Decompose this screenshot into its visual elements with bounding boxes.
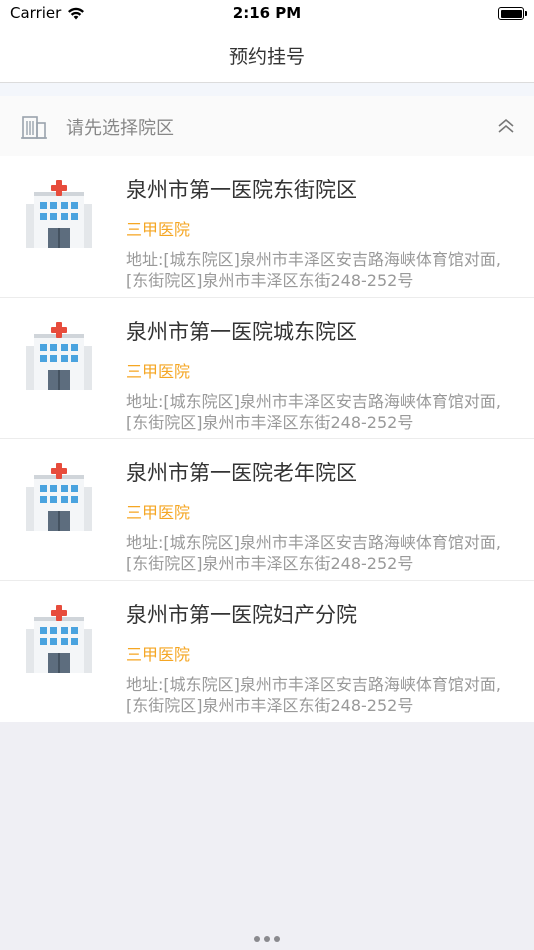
hospital-name: 泉州市第一医院老年院区 [126, 461, 357, 485]
campus-selector-label: 请先选择院区 [66, 118, 174, 139]
status-bar: Carrier 2:16 PM [0, 0, 534, 28]
hospital-address: 地址:[城东院区]泉州市丰泽区安吉路海峡体育馆对面,[东街院区]泉州市丰泽区东街… [126, 391, 501, 432]
hospital-level: 三甲医院 [126, 220, 191, 239]
hospital-level: 三甲医院 [126, 644, 191, 664]
hospital-row[interactable]: 泉州市第一医院东街院区 三甲医院 地址:[城东院区]泉州市丰泽区安吉路海峡体育馆… [0, 156, 534, 298]
building-icon [21, 116, 47, 139]
divider-strip [0, 83, 534, 96]
chevron-up-double-icon[interactable] [496, 116, 516, 136]
hospital-level: 三甲医院 [126, 361, 191, 381]
hospital-name: 泉州市第一医院东街院区 [126, 178, 357, 202]
hospital-list: 泉州市第一医院东街院区 三甲医院 地址:[城东院区]泉州市丰泽区安吉路海峡体育馆… [0, 156, 534, 722]
hospital-row[interactable]: 泉州市第一医院妇产分院 三甲医院 地址:[城东院区]泉州市丰泽区安吉路海峡体育馆… [0, 581, 534, 723]
more-dots-icon[interactable] [0, 927, 534, 946]
hospital-level: 三甲医院 [126, 503, 191, 522]
hospital-row[interactable]: 泉州市第一医院老年院区 三甲医院 地址:[城东院区]泉州市丰泽区安吉路海峡体育馆… [0, 439, 534, 581]
hospital-address: 地址:[城东院区]泉州市丰泽区安吉路海峡体育馆对面,[东街院区]泉州市丰泽区东街… [126, 674, 501, 715]
hospital-icon [26, 463, 92, 531]
hospital-icon [26, 180, 92, 248]
status-time: 2:16 PM [232, 4, 302, 22]
hospital-icon [26, 321, 92, 390]
hospital-name: 泉州市第一医院城东院区 [126, 319, 357, 344]
hospital-address: 地址:[城东院区]泉州市丰泽区安吉路海峡体育馆对面,[东街院区]泉州市丰泽区东街… [126, 250, 501, 290]
hospital-row[interactable]: 泉州市第一医院城东院区 三甲医院 地址:[城东院区]泉州市丰泽区安吉路海峡体育馆… [0, 298, 534, 439]
hospital-address: 地址:[城东院区]泉州市丰泽区安吉路海峡体育馆对面,[东街院区]泉州市丰泽区东街… [126, 533, 501, 573]
hospital-icon [26, 604, 92, 673]
nav-bar: 预约挂号 [0, 28, 534, 83]
page-title: 预约挂号 [228, 46, 305, 68]
campus-selector[interactable]: 请先选择院区 [0, 96, 534, 156]
battery-icon [498, 7, 527, 20]
hospital-name: 泉州市第一医院妇产分院 [126, 602, 357, 627]
